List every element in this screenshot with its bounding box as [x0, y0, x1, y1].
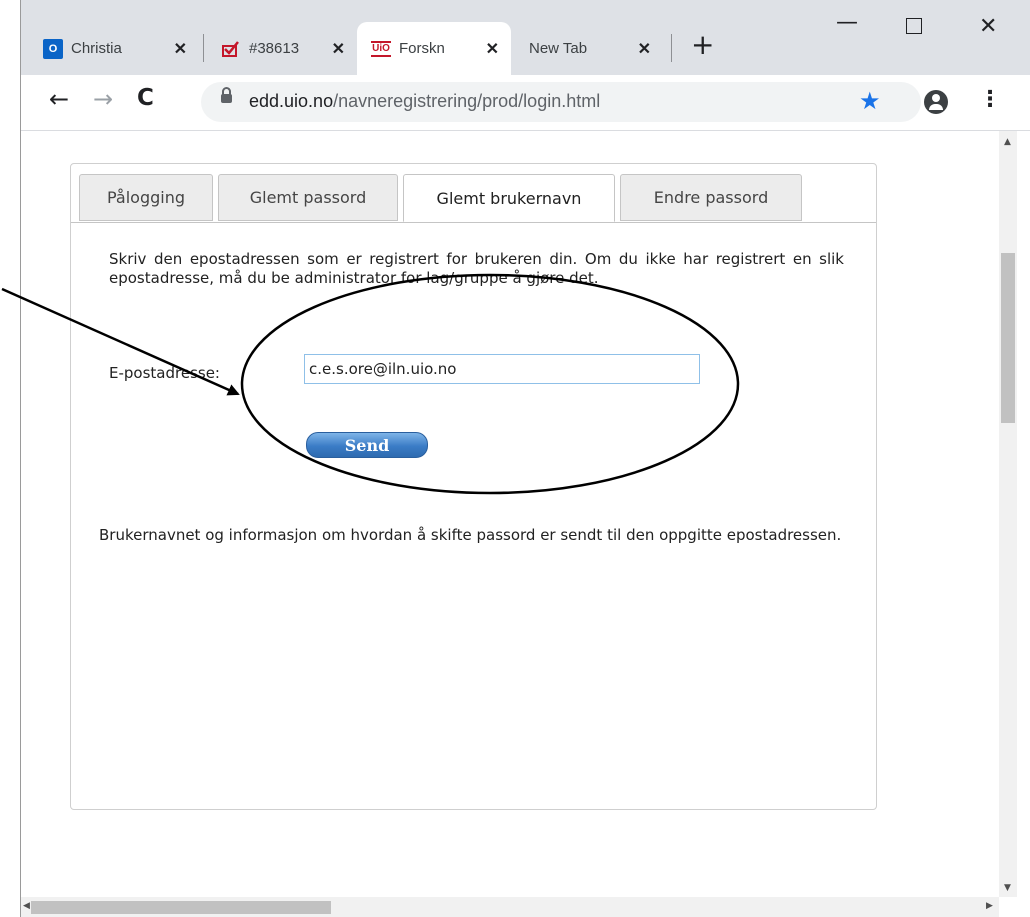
scroll-down-icon[interactable]: ▼: [1004, 883, 1011, 893]
close-tab-icon[interactable]: ✕: [174, 39, 187, 59]
tab-glemt-passord[interactable]: Glemt passord: [218, 174, 398, 221]
close-tab-icon[interactable]: ✕: [638, 39, 651, 59]
lock-icon: [221, 87, 232, 103]
checkmark-task-icon: [221, 39, 241, 59]
reload-icon[interactable]: C: [137, 85, 154, 111]
url-text: edd.uio.no/navneregistrering/prod/login.…: [249, 91, 600, 112]
horizontal-scroll-thumb[interactable]: [31, 901, 331, 914]
uio-icon: UiO: [371, 40, 391, 57]
instructions-text: Skriv den epostadressen som er registrer…: [109, 250, 844, 287]
close-tab-icon[interactable]: ✕: [332, 39, 345, 59]
horizontal-scrollbar[interactable]: ◀ ▶: [21, 897, 999, 917]
minimize-button[interactable]: —: [836, 10, 858, 35]
tab-title: New Tab: [529, 40, 588, 57]
url-path: /navneregistrering/prod/login.html: [333, 91, 601, 111]
browser-toolbar: ← → C edd.uio.no/navneregistrering/prod/…: [21, 75, 1030, 131]
address-bar[interactable]: edd.uio.no/navneregistrering/prod/login.…: [201, 82, 921, 122]
forward-arrow-icon[interactable]: →: [93, 85, 113, 113]
browser-tab-outlook[interactable]: O Christia ✕: [29, 22, 199, 75]
scroll-up-icon[interactable]: ▲: [1004, 137, 1011, 147]
browser-tab-newtab[interactable]: New Tab ✕: [513, 22, 663, 75]
tab-strip: O Christia ✕ #38613 ✕ UiO Forskn ✕ New T…: [21, 0, 1030, 75]
bookmark-star-icon[interactable]: ★: [859, 87, 881, 115]
maximize-button[interactable]: [906, 18, 922, 34]
tab-separator: [203, 34, 204, 62]
tab-title: Christia: [71, 40, 122, 57]
vertical-scroll-thumb[interactable]: [1001, 253, 1015, 423]
tab-palogging[interactable]: Pålogging: [79, 174, 213, 221]
login-panel: Pålogging Glemt passord Glemt brukernavn…: [70, 163, 877, 810]
vertical-scrollbar[interactable]: ▲ ▼: [999, 131, 1017, 897]
menu-kebab-icon[interactable]: ⋮: [979, 87, 1001, 112]
close-tab-icon[interactable]: ✕: [486, 39, 499, 59]
email-label: E-postadresse:: [109, 364, 220, 382]
tab-title: Forskn: [399, 40, 445, 57]
close-window-button[interactable]: ✕: [979, 14, 997, 39]
browser-window: O Christia ✕ #38613 ✕ UiO Forskn ✕ New T…: [20, 0, 1030, 917]
scroll-left-icon[interactable]: ◀: [23, 901, 30, 911]
browser-tab-active[interactable]: UiO Forskn ✕: [357, 22, 511, 75]
send-button[interactable]: Send: [306, 432, 428, 458]
scroll-right-icon[interactable]: ▶: [986, 901, 993, 911]
browser-tab-task[interactable]: #38613 ✕: [207, 22, 357, 75]
url-host: edd.uio.no: [249, 91, 334, 111]
tab-glemt-brukernavn[interactable]: Glemt brukernavn: [403, 174, 615, 222]
confirmation-text: Brukernavnet og informasjon om hvordan å…: [99, 526, 842, 544]
outlook-icon: O: [43, 38, 63, 59]
tab-title: #38613: [249, 40, 300, 57]
profile-avatar-icon[interactable]: [924, 90, 948, 114]
new-tab-button[interactable]: +: [691, 30, 714, 60]
email-field[interactable]: [304, 354, 700, 384]
page-tabs: Pålogging Glemt passord Glemt brukernavn…: [71, 164, 876, 223]
tab-endre-passord[interactable]: Endre passord: [620, 174, 802, 221]
back-arrow-icon[interactable]: ←: [49, 85, 69, 113]
tab-separator: [671, 34, 672, 62]
